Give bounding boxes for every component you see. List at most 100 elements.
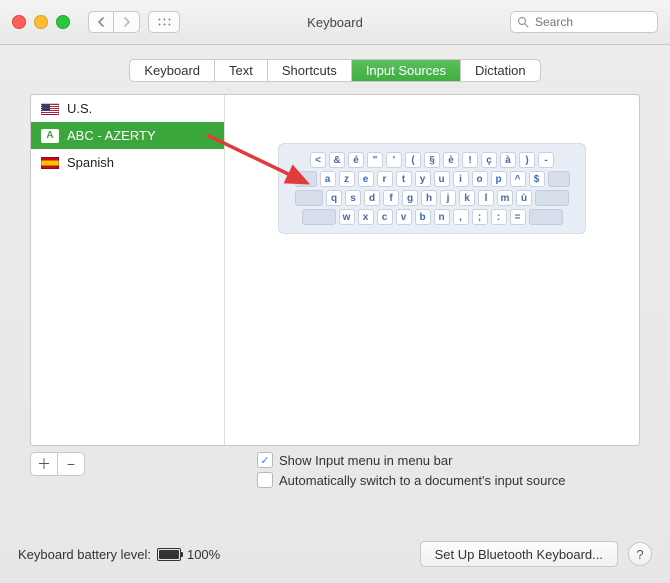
keycap: - [538, 152, 554, 168]
close-window-button[interactable] [12, 15, 26, 29]
keyboard-row: qsdfghjklmù [287, 190, 577, 206]
tab-bar-container: Keyboard Text Shortcuts Input Sources Di… [0, 45, 670, 94]
keyboard-row: <&é"'(§è!çà)- [287, 152, 577, 168]
keycap: " [367, 152, 383, 168]
keycap: y [415, 171, 431, 187]
setup-bluetooth-button[interactable]: Set Up Bluetooth Keyboard... [420, 541, 618, 567]
keycap: l [478, 190, 494, 206]
tab-input-sources[interactable]: Input Sources [352, 60, 461, 81]
battery-icon [157, 548, 181, 561]
abc-icon: A [41, 129, 59, 143]
spacer-key [295, 171, 317, 187]
keycap: k [459, 190, 475, 206]
back-button[interactable] [88, 11, 114, 33]
keycap: , [453, 209, 469, 225]
controls-row: ＋ − ✓ Show Input menu in menu bar Automa… [30, 452, 640, 488]
zoom-window-button[interactable] [56, 15, 70, 29]
option-label: Automatically switch to a document's inp… [279, 473, 565, 488]
keycap: j [440, 190, 456, 206]
keyboard-preview-area: <&é"'(§è!çà)- azertyuiop^$ qsdfghjklmù wxcv… [225, 95, 639, 445]
keycap: ) [519, 152, 535, 168]
source-item-abc-azerty[interactable]: A ABC - AZERTY [31, 122, 224, 149]
keycap: < [310, 152, 326, 168]
keycap: b [415, 209, 431, 225]
keycap: x [358, 209, 374, 225]
keycap: f [383, 190, 399, 206]
keycap: = [510, 209, 526, 225]
keyboard-row: wxcvbn,;:= [287, 209, 577, 225]
chevron-left-icon [97, 17, 105, 27]
source-label: Spanish [67, 155, 114, 170]
battery-level: 100% [187, 547, 220, 562]
spacer-key [295, 190, 323, 206]
spacer-key [548, 171, 570, 187]
spacer-key [529, 209, 563, 225]
keycap: s [345, 190, 361, 206]
minimize-window-button[interactable] [34, 15, 48, 29]
keycap: ç [481, 152, 497, 168]
tab-bar: Keyboard Text Shortcuts Input Sources Di… [129, 59, 540, 82]
titlebar: Keyboard [0, 0, 670, 45]
tab-dictation[interactable]: Dictation [461, 60, 540, 81]
forward-button[interactable] [114, 11, 140, 33]
flag-es-icon [41, 157, 59, 169]
keycap: p [491, 171, 507, 187]
window-controls [12, 15, 70, 29]
keycap: u [434, 171, 450, 187]
battery-label: Keyboard battery level: [18, 547, 151, 562]
keycap: ! [462, 152, 478, 168]
chevron-right-icon [123, 17, 131, 27]
show-all-button[interactable] [148, 11, 180, 33]
spacer-key [302, 209, 336, 225]
tab-text[interactable]: Text [215, 60, 268, 81]
add-remove-group: ＋ − [30, 452, 85, 476]
remove-source-button[interactable]: − [58, 453, 84, 475]
keycap: o [472, 171, 488, 187]
keyboard-row: azertyuiop^$ [287, 171, 577, 187]
keycap: § [424, 152, 440, 168]
tab-keyboard[interactable]: Keyboard [130, 60, 215, 81]
keycap: ; [472, 209, 488, 225]
options-group: ✓ Show Input menu in menu bar Automatica… [257, 452, 565, 488]
keycap: r [377, 171, 393, 187]
search-field[interactable] [510, 11, 658, 33]
source-label: U.S. [67, 101, 92, 116]
grid-icon [157, 17, 171, 27]
bottom-bar: Keyboard battery level: 100% Set Up Blue… [0, 527, 670, 583]
keycap: : [491, 209, 507, 225]
keycap: d [364, 190, 380, 206]
keycap: w [339, 209, 355, 225]
show-input-menu-option[interactable]: ✓ Show Input menu in menu bar [257, 452, 565, 468]
keycap: z [339, 171, 355, 187]
keycap: é [348, 152, 364, 168]
nav-back-forward [88, 11, 140, 33]
source-item-us[interactable]: U.S. [31, 95, 224, 122]
option-label: Show Input menu in menu bar [279, 453, 452, 468]
source-item-spanish[interactable]: Spanish [31, 149, 224, 176]
keycap: ( [405, 152, 421, 168]
help-button[interactable]: ? [628, 542, 652, 566]
tab-shortcuts[interactable]: Shortcuts [268, 60, 352, 81]
keycap: q [326, 190, 342, 206]
source-label: ABC - AZERTY [67, 128, 156, 143]
keycap: m [497, 190, 513, 206]
auto-switch-option[interactable]: Automatically switch to a document's inp… [257, 472, 565, 488]
checkbox-checked-icon: ✓ [257, 452, 273, 468]
spacer-key [535, 190, 569, 206]
preferences-window: Keyboard Keyboard Text Shortcuts Input S… [0, 0, 670, 583]
keycap: è [443, 152, 459, 168]
flag-us-icon [41, 103, 59, 115]
keycap: ^ [510, 171, 526, 187]
checkbox-unchecked-icon [257, 472, 273, 488]
input-source-list[interactable]: U.S. A ABC - AZERTY Spanish [31, 95, 225, 445]
search-input[interactable] [533, 14, 651, 30]
add-source-button[interactable]: ＋ [31, 453, 58, 475]
search-icon [517, 16, 529, 28]
keycap: ù [516, 190, 532, 206]
keycap: $ [529, 171, 545, 187]
keycap: i [453, 171, 469, 187]
keycap: n [434, 209, 450, 225]
keycap: à [500, 152, 516, 168]
keycap: t [396, 171, 412, 187]
main-panel: U.S. A ABC - AZERTY Spanish <&é"'(§è!çà)… [30, 94, 640, 446]
